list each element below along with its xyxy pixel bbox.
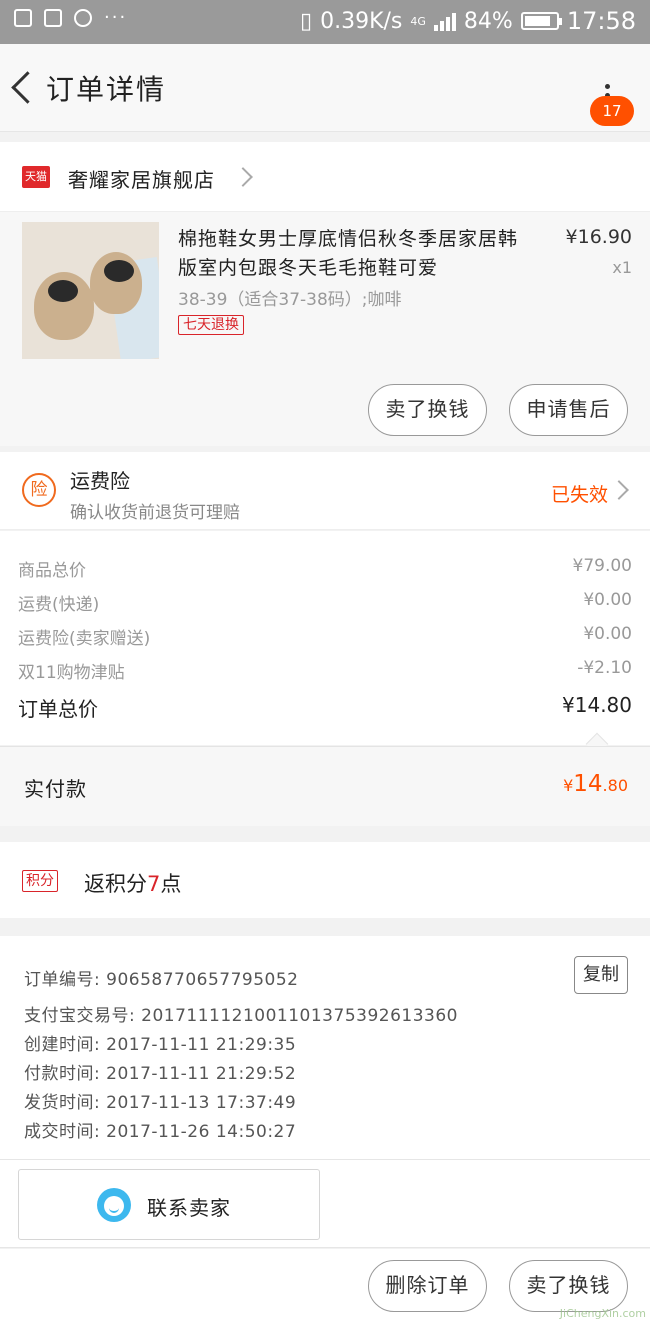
completed-time: 成交时间: 2017-11-26 14:50:27	[24, 1122, 297, 1142]
order-total-value: ¥14.80	[562, 693, 632, 717]
fee-value: ¥0.00	[583, 590, 632, 610]
apply-aftersale-button[interactable]: 申请售后	[509, 384, 628, 436]
fee-row: 运费(快递) ¥0.00	[18, 590, 632, 615]
fee-value: -¥2.10	[577, 658, 632, 678]
points-suffix: 点	[160, 872, 182, 896]
created-time: 创建时间: 2017-11-11 21:29:35	[24, 1035, 297, 1055]
product-title[interactable]: 棉拖鞋女男士厚底情侣秋冬季居家居韩版室内包跟冬天毛毛拖鞋可爱	[178, 225, 518, 283]
app-header: 订单详情 17	[0, 44, 650, 132]
currency-symbol: ¥	[563, 776, 574, 795]
page-title: 订单详情	[46, 73, 167, 106]
fee-label: 商品总价	[18, 561, 86, 581]
shop-name: 奢耀家居旗舰店	[68, 168, 215, 192]
order-total-row: 订单总价 ¥14.80	[18, 693, 632, 722]
payment-integer: 14	[573, 771, 603, 797]
price-breakdown: 商品总价 ¥79.00 运费(快递) ¥0.00 运费险(卖家赠送) ¥0.00…	[0, 531, 650, 745]
fee-value: ¥0.00	[583, 624, 632, 644]
points-row: 积分 返积分7点	[0, 842, 650, 918]
vibrate-icon: ▯	[299, 8, 313, 34]
fee-label: 双11购物津贴	[18, 663, 125, 683]
points-prefix: 返积分	[84, 872, 147, 896]
signal-icon	[433, 11, 456, 31]
back-arrow-icon[interactable]	[8, 68, 38, 108]
order-number: 订单编号: 90658770657795052	[24, 970, 299, 990]
status-bar-notifications: ···	[14, 9, 127, 27]
insurance-status: 已失效	[550, 484, 608, 506]
insurance-title: 运费险	[70, 469, 130, 493]
actual-payment-label: 实付款	[24, 777, 87, 801]
product-quantity: x1	[612, 258, 632, 277]
alipay-trade-number: 支付宝交易号: 2017111121001101375392613360	[24, 1006, 458, 1026]
fee-row: 双11购物津贴 -¥2.10	[18, 658, 632, 683]
contact-seller-button[interactable]: 联系卖家	[18, 1169, 320, 1240]
shipping-insurance-row[interactable]: 险 运费险 确认收货前退货可理赔 已失效	[0, 452, 650, 530]
return-policy-badge: 七天退换	[178, 315, 244, 335]
network-type: 4G	[410, 14, 426, 28]
points-count: 7	[147, 872, 161, 896]
tmall-logo-icon: 天猫	[22, 166, 50, 188]
points-text: 返积分7点	[84, 868, 181, 898]
record-icon	[74, 9, 92, 27]
insurance-subtitle: 确认收货前退货可理赔	[70, 503, 240, 523]
product-price: ¥16.90	[565, 226, 632, 248]
fee-label: 运费险(卖家赠送)	[18, 629, 151, 649]
battery-icon	[520, 12, 562, 30]
order-info: 订单编号: 90658770657795052 复制 支付宝交易号: 20171…	[0, 936, 650, 1160]
battery-level	[524, 16, 551, 26]
screenshot-icon	[14, 9, 32, 27]
insurance-icon: 险	[22, 473, 56, 507]
chevron-right-icon	[233, 167, 253, 187]
fee-row: 商品总价 ¥79.00	[18, 556, 632, 581]
actual-payment-row: 实付款 ¥14.80	[0, 746, 650, 826]
message-count-badge: 17	[590, 96, 634, 126]
fee-label: 运费(快递)	[18, 595, 100, 615]
points-badge: 积分	[22, 870, 58, 892]
network-speed: 0.39K/s	[320, 8, 403, 34]
product-image[interactable]	[22, 222, 159, 359]
clock: 17:58	[566, 7, 636, 35]
battery-percent: 84%	[463, 8, 513, 34]
more-notifications-icon: ···	[104, 7, 128, 28]
sell-for-cash-button[interactable]: 卖了换钱	[509, 1260, 628, 1312]
contact-seller-label: 联系卖家	[147, 1196, 231, 1220]
chevron-right-icon	[609, 480, 629, 500]
product-card: 棉拖鞋女男士厚底情侣秋冬季居家居韩版室内包跟冬天毛毛拖鞋可爱 38-39（适合3…	[0, 212, 650, 446]
status-bar: ··· ▯ 0.39K/s 4G 84% 17:58	[0, 0, 650, 44]
actual-payment-value: ¥14.80	[563, 771, 628, 797]
shop-row[interactable]: 天猫 奢耀家居旗舰店	[0, 142, 650, 212]
watermark: JiChengXin.com	[559, 1307, 646, 1320]
product-sku: 38-39（适合37-38码）;咖啡	[178, 290, 402, 310]
delete-order-button[interactable]: 删除订单	[368, 1260, 487, 1312]
chat-bubble-icon	[97, 1188, 131, 1222]
contact-area: 联系卖家	[0, 1160, 650, 1248]
payment-decimal: .80	[602, 776, 628, 795]
copy-button[interactable]: 复制	[574, 956, 628, 994]
shipped-time: 发货时间: 2017-11-13 17:37:49	[24, 1093, 297, 1113]
fee-value: ¥79.00	[572, 556, 632, 576]
paid-time: 付款时间: 2017-11-11 21:29:52	[24, 1064, 297, 1084]
sell-for-cash-button[interactable]: 卖了换钱	[368, 384, 487, 436]
image-icon	[44, 9, 62, 27]
fee-row: 运费险(卖家赠送) ¥0.00	[18, 624, 632, 649]
order-total-label: 订单总价	[18, 697, 98, 721]
bottom-action-bar: 删除订单 卖了换钱 JiChengXin.com	[0, 1249, 650, 1322]
status-bar-system: ▯ 0.39K/s 4G 84% 17:58	[300, 7, 636, 35]
